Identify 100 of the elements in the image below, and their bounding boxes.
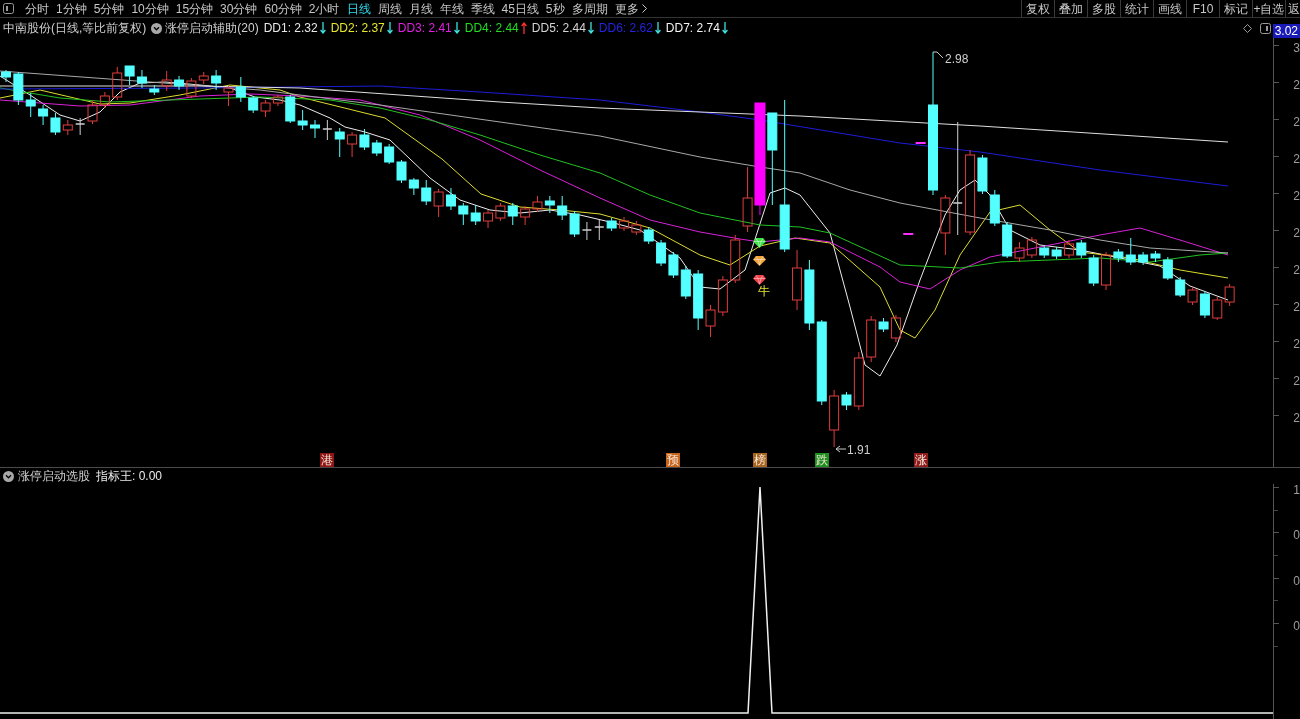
period-tab[interactable]: 年线 <box>438 0 465 17</box>
indicator-value: DD6: 2.62 <box>598 20 653 37</box>
candlestick <box>483 209 494 229</box>
candlestick <box>717 275 728 317</box>
candlestick <box>174 75 185 91</box>
more-button[interactable]: 更多 <box>613 0 648 17</box>
candlestick <box>359 128 370 151</box>
price-label: 3.02 <box>1272 24 1300 38</box>
candlestick <box>421 179 432 206</box>
panel-toggle-icon[interactable] <box>1259 22 1271 34</box>
candlestick <box>557 195 568 221</box>
event-tag: 港 <box>320 453 335 467</box>
toolbar-button[interactable]: 叠加 <box>1054 0 1087 17</box>
toolbar-button[interactable]: 标记 <box>1219 0 1252 17</box>
axis-label: 2 <box>1293 264 1300 277</box>
candlestick <box>334 127 345 158</box>
toolbar-button[interactable]: F10 <box>1186 0 1219 17</box>
period-tab[interactable]: 1分钟 <box>55 0 88 17</box>
period-tab[interactable]: 5分钟 <box>92 0 126 17</box>
toolbar-button[interactable]: +自选 <box>1252 0 1285 17</box>
dash-marker <box>902 233 915 235</box>
candlestick <box>248 95 259 114</box>
axis-label: 3 <box>1293 42 1300 55</box>
candlestick <box>1224 283 1235 307</box>
toolbar-button[interactable]: 多股 <box>1087 0 1120 17</box>
toolbar-button[interactable]: 复权 <box>1021 0 1054 17</box>
candlestick <box>631 220 642 236</box>
period-tab[interactable]: 分时 <box>24 0 50 17</box>
period-tab[interactable]: 2小时 <box>307 0 341 17</box>
period-tab[interactable]: 10分钟 <box>130 0 170 17</box>
period-tab[interactable]: 多周期 <box>570 0 609 17</box>
axis-label: 2 <box>1293 412 1300 425</box>
indicator-value: DD5: 2.44 <box>531 20 586 37</box>
leader-arrow <box>835 445 847 453</box>
collapse-icon[interactable] <box>3 470 14 482</box>
indicator-value: 指标王: 0.00 <box>96 468 163 485</box>
diamond-icon[interactable] <box>1242 23 1252 33</box>
dash-marker <box>914 142 927 144</box>
candlestick <box>668 251 679 279</box>
candlestick <box>62 119 73 136</box>
candlestick <box>433 188 444 218</box>
event-tag: 预 <box>666 453 681 467</box>
toolbar-button[interactable]: 返 <box>1285 0 1300 17</box>
candlestick <box>136 69 147 89</box>
candlestick <box>445 187 456 211</box>
indicator-value: DD7: 2.74 <box>665 20 720 37</box>
candlestick <box>520 205 531 226</box>
event-tag: 涨 <box>913 453 928 467</box>
period-tab[interactable]: 45日线 <box>500 0 540 17</box>
period-tab[interactable]: 60分钟 <box>263 0 303 17</box>
indicator-value: DD2: 2.37 <box>330 20 385 37</box>
candlestick <box>544 195 555 214</box>
candlestick <box>1063 239 1074 259</box>
candlestick <box>25 92 36 118</box>
candlestick <box>792 249 803 311</box>
period-tab[interactable]: 周线 <box>376 0 403 17</box>
axis-label: 2 <box>1293 116 1300 129</box>
candlestick <box>1051 246 1062 260</box>
period-tab[interactable]: 月线 <box>407 0 434 17</box>
leader-line <box>932 51 944 59</box>
stock-title: 中南股份(日线,等比前复权) <box>3 20 147 37</box>
candlestick <box>1026 236 1037 259</box>
candlestick <box>1212 296 1223 321</box>
period-tab[interactable]: 5秒 <box>544 0 566 17</box>
period-tab[interactable]: 季线 <box>469 0 496 17</box>
collapse-icon[interactable] <box>151 22 163 34</box>
candlestick <box>50 112 61 136</box>
candlestick <box>223 85 234 107</box>
axis-label: 0 <box>1293 529 1300 543</box>
candlestick <box>347 131 358 158</box>
axis-label: 2 <box>1293 338 1300 351</box>
toolbar-button[interactable]: 画线 <box>1153 0 1186 17</box>
toolbar-button[interactable]: 统计 <box>1120 0 1153 17</box>
period-tab[interactable]: 15分钟 <box>174 0 215 17</box>
candlestick <box>235 76 246 103</box>
candlestick <box>619 216 629 232</box>
candlestick <box>656 239 667 267</box>
period-tab[interactable]: 日线 <box>345 0 372 17</box>
axis-label: 2 <box>1293 301 1300 314</box>
candlestick <box>1138 251 1149 266</box>
period-tab[interactable]: 30分钟 <box>219 0 259 17</box>
axis-label: 2 <box>1293 153 1300 166</box>
candlestick <box>804 259 815 331</box>
candlestick <box>1175 276 1186 298</box>
candlestick <box>38 104 49 126</box>
axis-label: 1 <box>1293 484 1300 497</box>
indicator-name: 涨停启动辅助(20) <box>165 20 259 37</box>
panel-toggle-icon[interactable] <box>3 3 14 14</box>
indicator-value: DD3: 2.41 <box>397 20 452 37</box>
candlestick <box>408 177 419 196</box>
candlestick <box>569 210 580 238</box>
candlestick <box>384 143 395 165</box>
event-tag: 跌 <box>814 453 829 467</box>
candlestick <box>211 69 222 91</box>
candlestick <box>581 221 593 241</box>
signal-label: 牛 <box>757 285 770 298</box>
candlestick <box>458 202 469 226</box>
candlestick <box>13 71 24 106</box>
chevron-right-icon <box>641 4 647 13</box>
price-annotation: 2.98 <box>945 52 969 66</box>
